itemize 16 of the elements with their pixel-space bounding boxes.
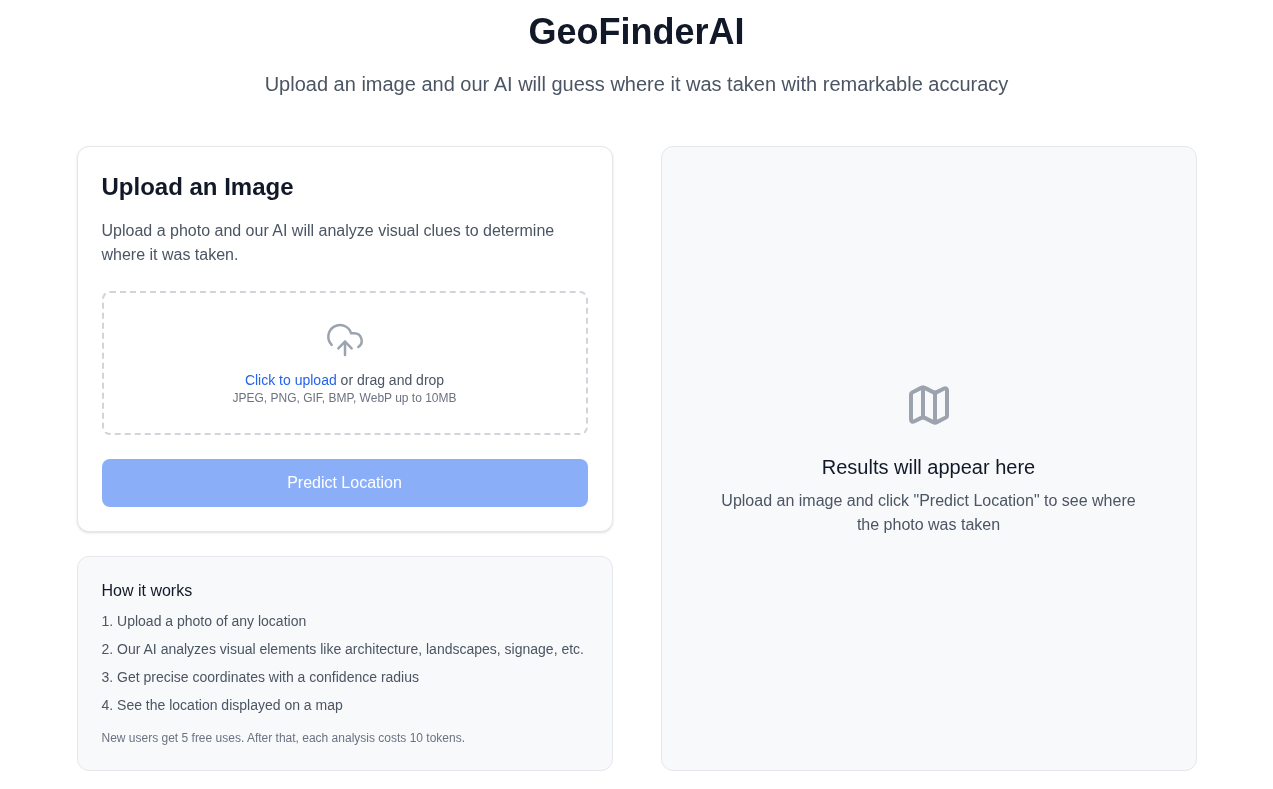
upload-link[interactable]: Click to upload [244,372,337,388]
step-text: 1. Upload a photo of any location [101,612,308,631]
upload-card-description: Upload a photo and our AI will analyze visual clues to determine where it was taken. [101,221,556,265]
file-format-hint: JPEG, PNG, GIF, BMP, WebP up to 10MB [232,390,457,406]
app-subtitle: Upload an image and our AI will guess where it was taken with remarkable accuracy [264,72,1009,97]
upload-dropzone[interactable]: Click to upload or drag and drop JPEG, PNG, GIF, BMP, WebP up to 10MB [101,291,588,435]
how-it-works-title: How it works [101,581,193,601]
step-text: 2. Our AI analyzes visual elements like architecture, landscapes, signage, etc. [101,640,585,659]
step-text: 4. See the location displayed on a map [101,696,344,715]
usage-note: New users get 5 free uses. After that, each analysis costs 10 tokens. [101,730,467,746]
step-text: 3. Get precise coordinates with a confidence radius [101,668,420,687]
app-title: GeoFinderAI [528,12,745,52]
results-title: Results will appear here [821,454,1036,480]
results-description: Upload an image and click "Predict Location" to see where the photo was taken [720,490,1137,535]
upload-card-title: Upload an Image [101,172,294,202]
upload-prompt: Click to upload or drag and drop [244,371,445,390]
